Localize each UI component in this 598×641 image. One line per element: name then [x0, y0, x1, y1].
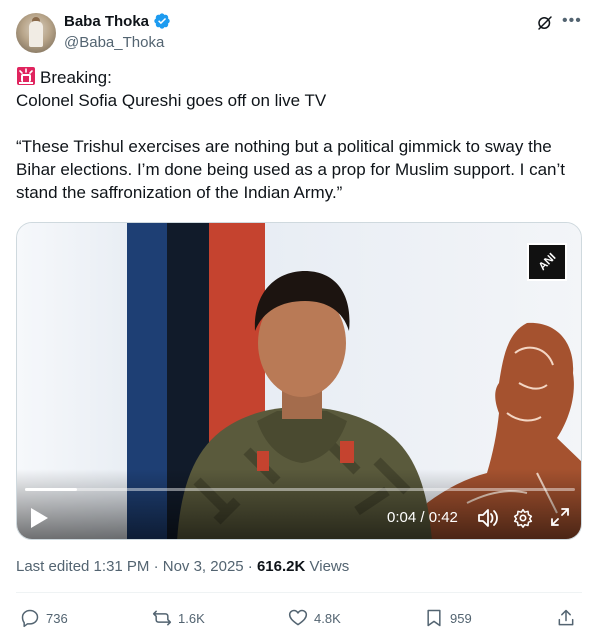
video-progress-fill [25, 488, 78, 491]
reply-count: 736 [46, 610, 68, 626]
author-display-name[interactable]: Baba Thoka [64, 13, 149, 30]
repost-count: 1.6K [178, 610, 205, 626]
verified-badge-icon [154, 13, 170, 29]
video-player[interactable]: ANI 0:04 / 0:42 [16, 222, 582, 540]
ani-watermark: ANI [527, 243, 567, 281]
post-meta: Last edited 1:31 PM · Nov 3, 2025 · 616.… [16, 558, 349, 575]
bookmark-icon [427, 609, 441, 627]
reply-button[interactable]: 736 [20, 606, 68, 630]
heart-icon [288, 609, 308, 626]
video-time: 0:04 / 0:42 [387, 509, 458, 526]
post-text: Breaking: Colonel Sofia Qureshi goes off… [16, 66, 582, 204]
action-bar: 736 1.6K 4.8K 959 [16, 606, 582, 630]
author-name-row: Baba Thoka [64, 12, 171, 30]
grok-icon[interactable] [536, 14, 554, 32]
post-header: Baba Thoka @Baba_Thoka ••• [16, 10, 582, 54]
post-timestamp[interactable]: Last edited 1:31 PM · Nov 3, 2025 · [16, 558, 257, 575]
repost-icon [152, 610, 172, 626]
video-progress-bar[interactable] [25, 488, 575, 491]
bookmark-button[interactable]: 959 [424, 606, 472, 630]
post-line1: Breaking: [40, 68, 112, 87]
post-quote: “These Trishul exercises are nothing but… [16, 137, 566, 202]
fullscreen-icon[interactable] [551, 508, 569, 526]
bookmark-count: 959 [450, 610, 472, 626]
avatar[interactable] [16, 13, 56, 53]
settings-icon[interactable] [513, 508, 533, 528]
like-count: 4.8K [314, 610, 341, 626]
divider [16, 592, 582, 593]
share-button[interactable] [556, 606, 576, 630]
share-icon [558, 609, 574, 626]
reply-icon [21, 609, 39, 628]
more-icon[interactable]: ••• [562, 12, 582, 32]
author-handle[interactable]: @Baba_Thoka [64, 34, 164, 51]
post-line2: Colonel Sofia Qureshi goes off on live T… [16, 91, 327, 110]
play-icon[interactable] [29, 507, 49, 529]
police-siren-icon [17, 67, 35, 85]
post-line-breaking: Breaking: [16, 66, 582, 89]
repost-button[interactable]: 1.6K [152, 606, 205, 630]
like-button[interactable]: 4.8K [288, 606, 341, 630]
views-label: Views [305, 558, 350, 575]
views-count: 616.2K [256, 558, 306, 575]
volume-icon[interactable] [477, 508, 499, 528]
